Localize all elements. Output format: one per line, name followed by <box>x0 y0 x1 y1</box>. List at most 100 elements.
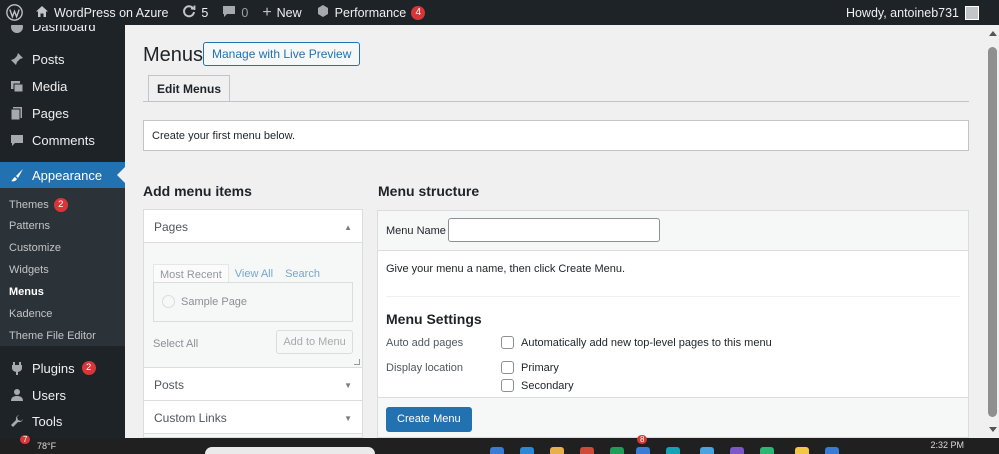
plugin-icon <box>9 360 25 376</box>
sidebar-item-label: Posts <box>32 51 65 67</box>
performance-label: Performance <box>334 5 407 20</box>
taskbar-browser-icon[interactable] <box>666 447 680 454</box>
wordpress-logo-icon[interactable] <box>0 0 28 25</box>
taskbar-folder-icon[interactable] <box>550 447 564 454</box>
submenu-item-kadence[interactable]: Kadence <box>9 308 52 320</box>
taskbar-app-icon[interactable] <box>730 447 744 454</box>
taskbar-app-badge: 8 <box>637 435 648 444</box>
tab-divider <box>143 101 969 102</box>
menu-structure-panel: Menu Name Give your menu a name, then cl… <box>377 210 969 438</box>
taskbar-app-icon[interactable] <box>580 447 594 454</box>
sidebar-item-users[interactable]: Users <box>0 384 125 406</box>
comments-link[interactable]: 0 <box>215 0 255 25</box>
sidebar-item-media[interactable]: Media <box>0 75 125 97</box>
menu-name-label: Menu Name <box>386 225 446 237</box>
themes-update-badge: 2 <box>53 198 68 212</box>
submenu-item-label: Themes <box>9 199 49 211</box>
submenu-item-menus[interactable]: Menus <box>9 286 44 298</box>
comment-bubble-icon <box>222 5 236 21</box>
submenu-item-theme-file-editor[interactable]: Theme File Editor <box>9 330 96 342</box>
location-secondary-option[interactable]: Secondary <box>501 379 574 392</box>
updates-count: 5 <box>201 5 209 20</box>
auto-add-pages-option[interactable]: Automatically add new top-level pages to… <box>501 336 772 349</box>
new-content-link[interactable]: + New <box>255 0 308 25</box>
submenu-item-customize[interactable]: Customize <box>9 242 61 254</box>
accordion-posts-label: Posts <box>154 378 185 392</box>
manage-live-preview-button[interactable]: Manage with Live Preview <box>203 42 361 66</box>
location-primary-option[interactable]: Primary <box>501 361 559 374</box>
submenu-item-label: Patterns <box>9 220 50 232</box>
dashboard-icon <box>9 25 25 34</box>
scroll-down-icon[interactable] <box>989 427 997 432</box>
taskbar-search-box[interactable] <box>205 447 375 454</box>
menu-name-input[interactable] <box>448 218 660 242</box>
select-all-checkbox-label[interactable]: Select All <box>153 338 198 350</box>
sidebar-item-plugins[interactable]: Plugins 2 <box>0 357 125 379</box>
submenu-item-label: Kadence <box>9 308 53 320</box>
divider <box>386 296 960 297</box>
taskbar-app-icon[interactable] <box>825 447 839 454</box>
secondary-checkbox[interactable] <box>501 379 514 392</box>
sidebar-item-tools[interactable]: Tools <box>0 410 125 432</box>
page-title: Menus <box>143 44 204 66</box>
scroll-up-icon[interactable] <box>989 31 997 36</box>
weather-text[interactable]: 78°F <box>37 441 56 451</box>
sidebar-item-dashboard[interactable]: Dashboard <box>0 25 125 37</box>
taskbar-app-icon[interactable] <box>610 447 624 454</box>
auto-add-pages-label: Auto add pages <box>386 337 464 349</box>
accordion-custom-links-header[interactable]: Custom Links ▼ <box>144 401 362 434</box>
auto-add-option-label: Automatically add new top-level pages to… <box>521 336 772 349</box>
plus-icon: + <box>262 3 272 21</box>
page-scrollbar[interactable] <box>986 25 999 438</box>
sidebar-item-pages[interactable]: Pages <box>0 102 125 124</box>
menu-settings-title: Menu Settings <box>386 311 482 327</box>
auto-add-checkbox[interactable] <box>501 336 514 349</box>
taskbar-app-icon[interactable] <box>490 447 504 454</box>
refresh-icon <box>182 4 196 21</box>
page-item-label: Sample Page <box>181 295 248 308</box>
chevron-down-icon: ▼ <box>344 381 352 390</box>
submenu-item-patterns[interactable]: Patterns <box>9 220 50 232</box>
taskbar-app-icon[interactable] <box>760 447 774 454</box>
taskbar-clock[interactable]: 2:32 PM <box>930 440 964 450</box>
pages-panel-body: Most Recent View All Search Sample Page … <box>144 244 362 368</box>
create-menu-button[interactable]: Create Menu <box>386 407 472 432</box>
tab-edit-menus[interactable]: Edit Menus <box>148 75 231 102</box>
users-icon <box>9 387 25 403</box>
accordion-custom-links-label: Custom Links <box>154 411 227 425</box>
taskbar-app-icon[interactable] <box>795 447 809 454</box>
notice-text: Create your first menu below. <box>152 130 296 142</box>
taskbar-app-icon[interactable] <box>636 447 650 454</box>
accordion-posts-header[interactable]: Posts ▼ <box>144 368 362 401</box>
admin-bar: WordPress on Azure 5 0 + New Performance… <box>0 0 999 25</box>
menu-structure-footer: Create Menu <box>378 397 968 437</box>
scrollbar-thumb[interactable] <box>988 47 997 417</box>
primary-checkbox[interactable] <box>501 361 514 374</box>
chevron-up-icon: ▲ <box>344 223 352 232</box>
my-account-link[interactable]: Howdy, antoineb731 <box>846 5 999 20</box>
admin-sidebar: Dashboard Posts Media Pages Comments App… <box>0 25 125 438</box>
weather-badge: 7 <box>20 435 31 444</box>
active-menu-arrow <box>117 167 125 183</box>
list-item[interactable]: Sample Page <box>162 295 247 308</box>
performance-link[interactable]: Performance 4 <box>309 0 433 25</box>
taskbar-app-icon[interactable] <box>520 447 534 454</box>
page-checkbox[interactable] <box>162 295 175 308</box>
submenu-item-themes[interactable]: Themes 2 <box>9 198 68 212</box>
updates-link[interactable]: 5 <box>175 0 215 25</box>
comments-count: 0 <box>241 5 249 20</box>
chevron-down-icon: ▼ <box>344 414 352 423</box>
submenu-item-widgets[interactable]: Widgets <box>9 264 49 276</box>
pin-icon <box>9 51 25 67</box>
add-to-menu-button[interactable]: Add to Menu <box>276 330 353 354</box>
resize-handle-icon[interactable] <box>354 359 360 365</box>
sidebar-item-label: Dashboard <box>32 25 96 34</box>
pages-icon <box>9 105 25 121</box>
site-name-link[interactable]: WordPress on Azure <box>28 0 175 25</box>
accordion-pages-header[interactable]: Pages ▲ <box>144 210 362 243</box>
taskbar-app-icon[interactable] <box>700 447 714 454</box>
sidebar-item-posts[interactable]: Posts <box>0 48 125 70</box>
sidebar-item-comments[interactable]: Comments <box>0 129 125 151</box>
sidebar-item-appearance[interactable]: Appearance <box>0 162 125 188</box>
performance-badge: 4 <box>411 5 426 20</box>
